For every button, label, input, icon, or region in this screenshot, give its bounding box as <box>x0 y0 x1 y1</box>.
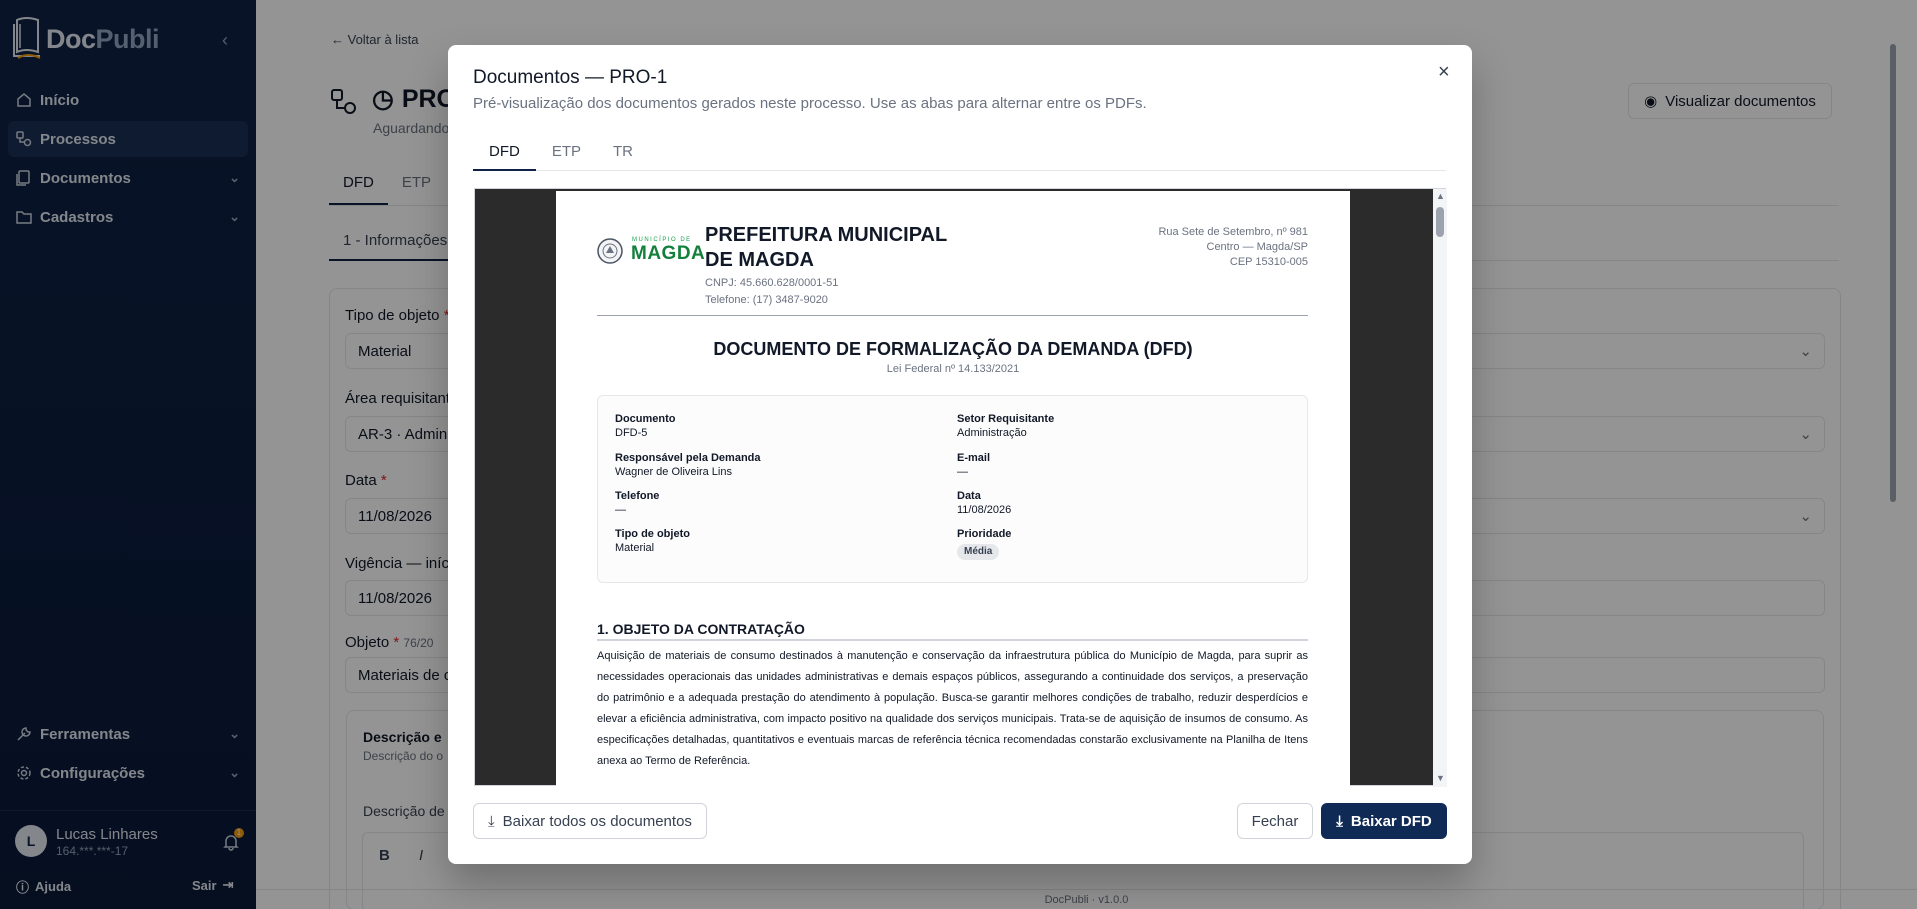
pdf-scrollbar[interactable]: ▲ ▼ <box>1433 189 1447 787</box>
document-info-box: Documento DFD-5 Setor Requisitante Adminis… <box>597 395 1308 583</box>
scroll-thumb[interactable] <box>1436 207 1444 237</box>
field-prioridade: Prioridade Média <box>957 527 1011 560</box>
pdf-page: MUNICÍPIO DE MAGDA PREFEITURA MUNICIPAL … <box>556 191 1350 787</box>
section-heading: 1. OBJETO DA CONTRATAÇÃO <box>597 621 805 637</box>
dialog-description: Pré-visualização dos documentos gerados … <box>473 95 1147 112</box>
download-all-button[interactable]: ⤓ Baixar todos os documentos <box>473 803 707 839</box>
close-icon[interactable]: × <box>1438 61 1450 84</box>
field-data: Data 11/08/2026 <box>957 490 1012 516</box>
status-badge: Média <box>957 544 1000 560</box>
document-title: DOCUMENTO DE FORMALIZAÇÃO DA DEMANDA (DF… <box>713 339 1193 359</box>
tab-dfd[interactable]: DFD <box>473 133 536 171</box>
logo-magda: MAGDA <box>631 243 706 264</box>
field-tipo-objeto: Tipo de objeto Material <box>615 528 690 554</box>
field-responsavel: Responsável pela Demanda Wagner de Olivei… <box>615 452 761 478</box>
org-name: PREFEITURA MUNICIPAL DE MAGDA <box>705 224 947 271</box>
download-icon: ⤓ <box>488 812 495 830</box>
dialog-tabs: DFD ETP TR <box>473 133 1446 171</box>
municipal-seal-icon <box>597 238 623 264</box>
field-telefone: Telefone — <box>615 490 660 516</box>
download-dfd-button[interactable]: ⤓ Baixar DFD <box>1321 803 1447 839</box>
documents-dialog: Documentos — PRO-1 Pré-visualização dos … <box>448 45 1472 864</box>
document-law: Lei Federal nº 14.133/2021 <box>886 363 1020 375</box>
field-email: E-mail — <box>957 452 991 478</box>
divider <box>597 639 1308 641</box>
tab-etp[interactable]: ETP <box>536 133 597 171</box>
field-setor: Setor Requisitante Administração <box>957 413 1055 439</box>
pdf-viewer[interactable]: MUNICÍPIO DE MAGDA PREFEITURA MUNICIPAL … <box>474 188 1447 787</box>
org-telefone: Telefone: (17) 3487-9020 <box>705 294 828 306</box>
close-button[interactable]: Fechar <box>1237 803 1313 839</box>
dialog-title: Documentos — PRO-1 <box>473 67 668 88</box>
scroll-down-icon[interactable]: ▼ <box>1436 773 1445 783</box>
scroll-up-icon[interactable]: ▲ <box>1436 191 1445 201</box>
org-cnpj: CNPJ: 45.660.628/0001-51 <box>705 277 839 289</box>
field-documento: Documento DFD-5 <box>615 413 676 439</box>
app-root: DocPubli ‹ Início Processos Documentos ⌄… <box>0 0 1917 909</box>
download-icon: ⤓ <box>1336 812 1343 830</box>
tab-tr[interactable]: TR <box>597 133 649 171</box>
org-address: Rua Sete de Setembro, nº 981 Centro — Ma… <box>1158 226 1308 268</box>
divider <box>597 315 1308 316</box>
section-body: Aquisição de materiais de consumo destin… <box>597 650 1308 767</box>
